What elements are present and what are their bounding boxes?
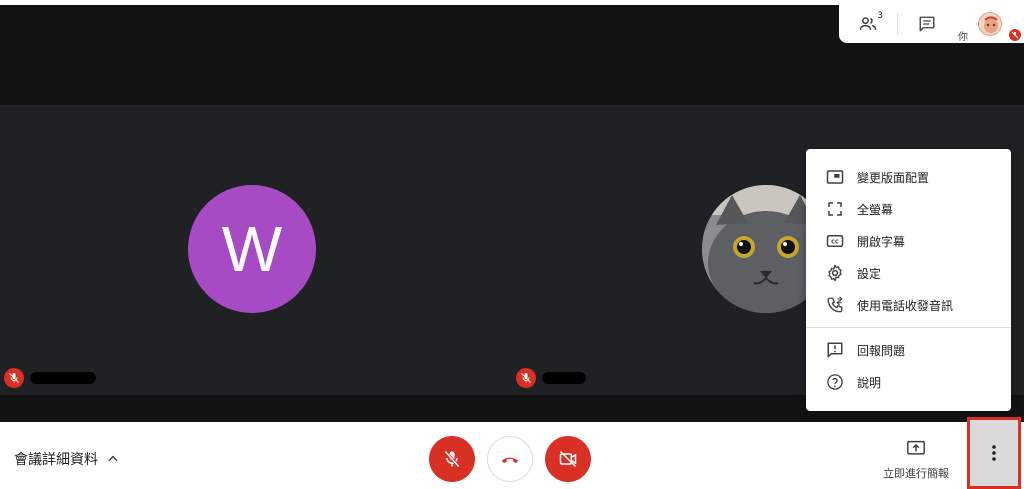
meeting-details-label: 會議詳細資料 bbox=[14, 452, 98, 468]
mic-off-icon bbox=[4, 368, 24, 388]
present-icon bbox=[907, 440, 925, 455]
menu-item-change-layout[interactable]: 變更版面配置 bbox=[806, 161, 1011, 193]
menu-item-settings[interactable]: 設定 bbox=[806, 257, 1011, 289]
mic-toggle-button[interactable] bbox=[429, 436, 475, 482]
self-label: 你 bbox=[958, 32, 968, 43]
camera-off-icon bbox=[559, 450, 577, 468]
chat-button[interactable] bbox=[898, 5, 956, 43]
mic-off-icon bbox=[444, 450, 460, 468]
hang-up-icon bbox=[501, 457, 519, 464]
participant-name-row bbox=[516, 368, 586, 388]
meeting-details-button[interactable]: 會議詳細資料 bbox=[14, 449, 120, 469]
fullscreen-icon bbox=[824, 198, 846, 220]
captions-icon: CC bbox=[824, 230, 846, 252]
settings-icon bbox=[824, 262, 846, 284]
menu-item-fullscreen[interactable]: 全螢幕 bbox=[806, 193, 1011, 225]
menu-divider bbox=[806, 327, 1011, 328]
people-count: 3 bbox=[877, 11, 883, 21]
chat-icon bbox=[919, 16, 935, 32]
redacted-name bbox=[30, 372, 96, 384]
present-label: 立即進行簡報 bbox=[883, 467, 949, 480]
present-now-button[interactable]: 立即進行簡報 bbox=[876, 440, 956, 481]
phone-audio-icon bbox=[824, 294, 846, 316]
participant-name-row bbox=[4, 368, 96, 388]
svg-text:CC: CC bbox=[831, 240, 839, 246]
chevron-up-icon bbox=[108, 455, 118, 462]
redacted-name bbox=[542, 372, 586, 384]
mic-off-icon bbox=[516, 368, 536, 388]
menu-item-report-problem[interactable]: 回報問題 bbox=[806, 334, 1011, 366]
more-options-button[interactable] bbox=[967, 417, 1021, 489]
menu-item-captions[interactable]: CC 開啟字幕 bbox=[806, 225, 1011, 257]
menu-item-phone-audio[interactable]: 使用電話收發音訊 bbox=[806, 289, 1011, 321]
hang-up-button[interactable] bbox=[487, 436, 533, 482]
self-mic-off-icon bbox=[1009, 29, 1021, 41]
bottom-control-bar: 會議詳細資料 立即進行簡報 bbox=[0, 422, 1024, 489]
report-icon bbox=[824, 339, 846, 361]
avatar: W bbox=[188, 185, 316, 313]
participant-tile[interactable]: W bbox=[0, 105, 512, 395]
self-avatar[interactable] bbox=[978, 12, 1002, 36]
people-button[interactable]: 3 bbox=[839, 5, 897, 43]
more-options-menu: 變更版面配置 全螢幕 CC 開啟字幕 設定 使用電話收發音訊 回報問題 說明 bbox=[806, 149, 1011, 411]
layout-icon bbox=[824, 166, 846, 188]
people-icon bbox=[859, 17, 877, 30]
help-icon bbox=[824, 371, 846, 393]
camera-toggle-button[interactable] bbox=[545, 436, 591, 482]
more-vert-icon bbox=[992, 445, 996, 461]
menu-item-help[interactable]: 說明 bbox=[806, 366, 1011, 398]
